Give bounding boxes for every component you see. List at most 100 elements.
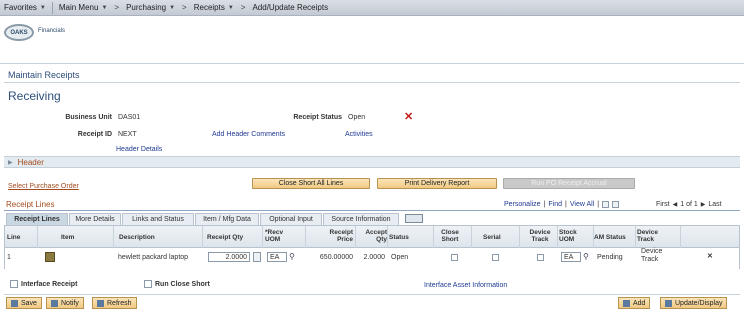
update-display-button[interactable]: Update/Display xyxy=(660,297,728,309)
close-short-all-lines-button[interactable]: Close Short All Lines xyxy=(252,178,370,189)
col-receipt-qty: Receipt Qty xyxy=(207,234,244,241)
col-device-track-2: Device Track xyxy=(637,229,658,243)
save-button[interactable]: Save xyxy=(6,297,42,309)
personalize-link[interactable]: Personalize xyxy=(504,201,541,208)
last-label[interactable]: Last xyxy=(708,201,721,208)
col-divider xyxy=(387,226,388,248)
main-menu[interactable]: Main Menu ▼ xyxy=(55,3,112,12)
device-track-checkbox[interactable] xyxy=(537,254,544,261)
col-description: Description xyxy=(119,234,155,241)
chevron-down-icon: ▼ xyxy=(169,4,176,11)
nav-divider: | xyxy=(543,201,546,208)
copy-icon[interactable] xyxy=(253,252,261,262)
logo-text: Financials xyxy=(38,28,66,34)
tab-item-mfg-data[interactable]: Item / Mfg Data xyxy=(195,213,259,225)
breadcrumb-purchasing[interactable]: Purchasing ▼ xyxy=(122,3,179,12)
download-icon[interactable] xyxy=(612,201,620,208)
serial-checkbox[interactable] xyxy=(492,254,499,261)
grid-navigation: Personalize | Find | View All | xyxy=(504,201,620,208)
col-divider xyxy=(262,226,263,248)
grid-title-bar: Receipt Lines Personalize | Find | View … xyxy=(4,200,740,211)
header-banner: OAKS Financials xyxy=(0,16,744,64)
interface-receipt-label: Interface Receipt xyxy=(21,280,78,288)
refresh-button[interactable]: Refresh xyxy=(92,297,137,309)
oaks-logo: OAKS xyxy=(4,24,34,41)
prev-icon[interactable]: ◀ xyxy=(673,201,678,208)
grid-header-row: Line Item Description Receipt Qty *Recv … xyxy=(5,226,739,248)
receipts-label: Receipts xyxy=(193,3,225,12)
print-delivery-report-button[interactable]: Print Delivery Report xyxy=(377,178,497,189)
show-all-columns-icon[interactable] xyxy=(405,214,423,223)
chevron-down-icon: ▼ xyxy=(227,4,234,11)
col-stock-uom: Stock UOM xyxy=(559,229,577,243)
col-divider xyxy=(635,226,636,248)
find-link[interactable]: Find xyxy=(548,201,562,208)
accept-qty-value: 2.0000 xyxy=(363,254,385,261)
col-divider xyxy=(37,226,38,248)
col-device-track: Device Track xyxy=(529,229,551,243)
receipt-id-label: Receipt ID xyxy=(77,131,112,138)
refresh-label: Refresh xyxy=(107,299,132,307)
header-details-link[interactable]: Header Details xyxy=(116,146,162,153)
notify-button[interactable]: Notify xyxy=(46,297,84,309)
tab-links-and-status[interactable]: Links and Status xyxy=(122,213,194,225)
add-icon xyxy=(623,299,630,307)
table-row: 1 hewlett packard laptop 2.0000 EA ⚲ 650… xyxy=(5,248,739,269)
tab-receipt-lines[interactable]: Receipt Lines xyxy=(6,213,68,225)
close-short-checkbox[interactable] xyxy=(451,254,458,261)
delete-icon[interactable]: ✕ xyxy=(404,112,413,123)
breadcrumb-separator: > xyxy=(114,3,120,12)
col-divider xyxy=(519,226,520,248)
receipt-status-value: Open xyxy=(348,114,366,121)
add-button[interactable]: Add xyxy=(618,297,651,309)
run-close-short-checkbox[interactable] xyxy=(144,280,152,288)
update-display-label: Update/Display xyxy=(675,299,723,307)
interface-receipt-option[interactable]: Interface Receipt xyxy=(10,280,77,288)
favorites-menu[interactable]: Favorites ▼ xyxy=(0,3,50,12)
receipt-qty-input[interactable]: 2.0000 xyxy=(208,252,250,262)
col-divider xyxy=(355,226,356,248)
col-status: Status xyxy=(389,234,409,241)
grid-title: Receipt Lines xyxy=(6,200,55,209)
recv-uom-input[interactable]: EA xyxy=(267,252,287,262)
select-purchase-order-link[interactable]: Select Purchase Order xyxy=(8,183,79,190)
stock-uom-input[interactable]: EA xyxy=(561,252,581,262)
nav-divider: | xyxy=(565,201,567,208)
col-accept-qty: Accept Qty xyxy=(365,229,387,243)
col-divider xyxy=(305,226,306,248)
divider xyxy=(4,294,740,295)
activities-link[interactable]: Activities xyxy=(345,131,373,138)
lookup-icon[interactable]: ⚲ xyxy=(289,252,295,261)
item-details-icon[interactable] xyxy=(45,252,55,262)
add-header-comments-link[interactable]: Add Header Comments xyxy=(212,131,285,138)
first-label[interactable]: First xyxy=(656,201,670,208)
description-link[interactable]: hewlett packard laptop xyxy=(118,254,188,261)
receipt-id-value: NEXT xyxy=(118,131,137,138)
next-icon[interactable]: ▶ xyxy=(701,201,706,208)
am-status-link[interactable]: Pending xyxy=(597,254,623,261)
receipt-price-value: 650.00000 xyxy=(319,254,353,261)
zoom-grid-icon[interactable] xyxy=(602,201,610,208)
col-close-short: Close Short xyxy=(441,229,459,243)
view-all-link[interactable]: View All xyxy=(570,201,594,208)
col-serial: Serial xyxy=(483,234,501,241)
device-track-link[interactable]: Device Track xyxy=(641,248,675,264)
delete-row-icon[interactable]: ✕ xyxy=(707,251,713,262)
tab-more-details[interactable]: More Details xyxy=(69,213,121,225)
col-line: Line xyxy=(7,234,21,241)
interface-receipt-checkbox[interactable] xyxy=(10,280,18,288)
interface-asset-information-link[interactable]: Interface Asset Information xyxy=(424,282,507,289)
favorites-label: Favorites xyxy=(4,3,37,12)
tab-source-information[interactable]: Source Information xyxy=(323,213,399,225)
tab-optional-input[interactable]: Optional Input xyxy=(260,213,322,225)
run-close-short-option[interactable]: Run Close Short xyxy=(144,280,210,288)
breadcrumb-separator: > xyxy=(182,3,187,12)
col-divider xyxy=(471,226,472,248)
lookup-icon[interactable]: ⚲ xyxy=(583,252,589,261)
receipt-lines-grid: Line Item Description Receipt Qty *Recv … xyxy=(4,225,740,269)
chevron-down-icon: ▼ xyxy=(39,4,46,11)
divider xyxy=(4,82,740,83)
header-section-toggle[interactable]: ▶ Header xyxy=(4,156,740,168)
breadcrumb-receipts[interactable]: Receipts ▼ xyxy=(190,3,238,12)
run-po-receipt-accrual-button[interactable]: Run PO Receipt Accrual xyxy=(503,178,635,189)
